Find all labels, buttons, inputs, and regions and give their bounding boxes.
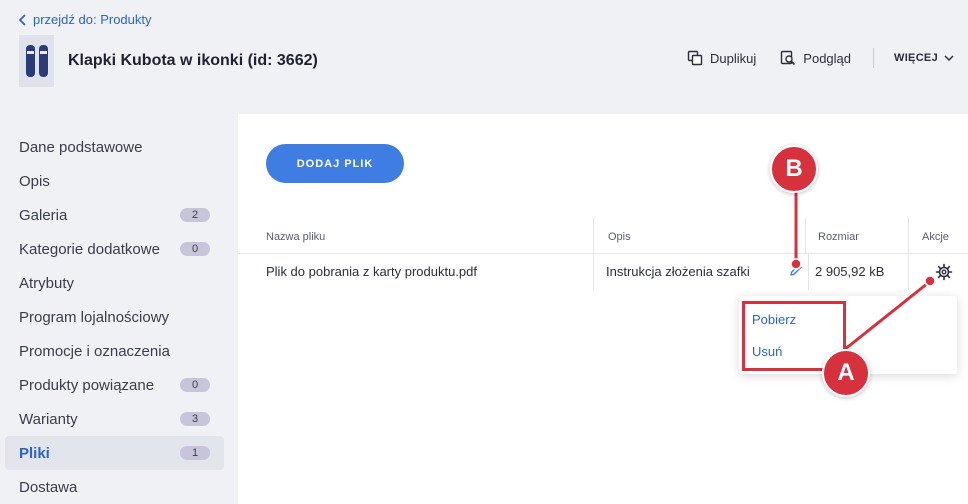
column-divider — [805, 218, 806, 254]
sidebar-item-dane-podstawowe[interactable]: Dane podstawowe — [5, 130, 224, 164]
product-thumbnail — [19, 35, 54, 87]
more-dropdown[interactable]: WIĘCEJ — [894, 52, 954, 64]
sidebar-item-program-lojalnosciowy[interactable]: Program lojalnościowy — [5, 300, 224, 334]
duplicate-label: Duplikuj — [710, 50, 757, 66]
chevron-left-icon — [18, 13, 26, 26]
header-divider — [873, 48, 875, 68]
callout-b: B — [770, 145, 818, 193]
column-header-name: Nazwa pliku — [266, 231, 326, 243]
column-header-actions: Akcje — [922, 231, 949, 243]
column-divider — [808, 254, 809, 290]
add-file-button[interactable]: DODAJ PLIK — [266, 144, 404, 183]
column-divider — [908, 254, 909, 290]
count-badge: 1 — [180, 446, 210, 460]
duplicate-icon — [687, 50, 703, 66]
back-link-label: przejdź do: Produkty — [33, 12, 152, 27]
table-row: Plik do pobrania z karty produktu.pdf In… — [238, 254, 968, 290]
sidebar-item-warianty[interactable]: Warianty 3 — [5, 402, 224, 436]
column-header-description: Opis — [608, 231, 631, 243]
sidebar-item-dostawa[interactable]: Dostawa — [5, 470, 224, 504]
pencil-icon[interactable] — [789, 263, 803, 277]
table-header: Nazwa pliku Opis Rozmiar Akcje — [238, 218, 968, 254]
count-badge: 0 — [180, 242, 210, 256]
sidebar-item-opis[interactable]: Opis — [5, 164, 224, 198]
count-badge: 2 — [180, 208, 210, 222]
callout-a: A — [822, 349, 870, 397]
sidebar-item-promocje[interactable]: Promocje i oznaczenia — [5, 334, 224, 368]
header-actions: Duplikuj Podgląd WIĘCEJ — [687, 48, 954, 68]
column-header-size: Rozmiar — [818, 231, 859, 243]
preview-label: Podgląd — [803, 50, 852, 66]
count-badge: 3 — [180, 412, 210, 426]
back-to-products-link[interactable]: przejdź do: Produkty — [18, 12, 152, 27]
column-divider — [593, 218, 594, 254]
sidebar-item-pliki[interactable]: Pliki 1 — [5, 436, 224, 470]
gear-icon[interactable] — [935, 263, 953, 281]
duplicate-button[interactable]: Duplikuj — [687, 50, 756, 66]
sidebar-nav: Dane podstawowe Opis Galeria 2 Kategorie … — [0, 130, 238, 504]
file-description-cell: Instrukcja złożenia szafki — [606, 264, 750, 279]
sidebar-item-galeria[interactable]: Galeria 2 — [5, 198, 224, 232]
preview-icon — [781, 50, 796, 66]
file-size-cell: 2 905,92 kB — [815, 264, 885, 279]
file-name-cell: Plik do pobrania z karty produktu.pdf — [266, 264, 478, 279]
sidebar-item-produkty-powiazane[interactable]: Produkty powiązane 0 — [5, 368, 224, 402]
preview-button[interactable]: Podgląd — [780, 50, 851, 66]
page-title: Klapki Kubota w ikonki (id: 3662) — [68, 52, 318, 69]
column-divider — [593, 254, 594, 290]
sidebar-item-atrybuty[interactable]: Atrybuty — [5, 266, 224, 300]
chevron-down-icon — [944, 54, 954, 61]
more-label: WIĘCEJ — [894, 52, 938, 64]
sidebar-item-kategorie-dodatkowe[interactable]: Kategorie dodatkowe 0 — [5, 232, 224, 266]
column-divider — [908, 218, 909, 254]
count-badge: 0 — [180, 378, 210, 392]
